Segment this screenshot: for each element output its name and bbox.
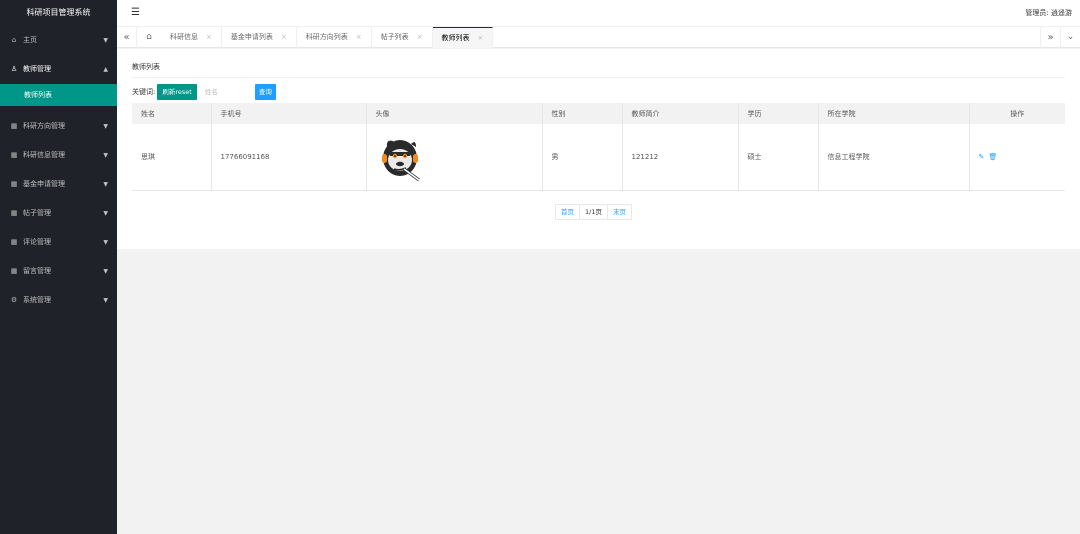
caret-down-icon: ▼: [103, 37, 108, 44]
cell-name: 思琪: [132, 124, 212, 191]
gear-icon: ⚙: [10, 296, 18, 304]
cell-intro: 121212: [622, 124, 739, 191]
column-header: 所在学院: [818, 103, 970, 124]
close-icon[interactable]: ×: [281, 33, 287, 41]
home-tab-icon[interactable]: ⌂: [139, 27, 159, 48]
delete-icon[interactable]: 🗑: [988, 153, 997, 161]
sidebar-item-label: 留言管理: [23, 267, 51, 275]
tabs-scroll-right-icon[interactable]: »: [1040, 27, 1060, 48]
tab-post-list[interactable]: 帖子列表 ×: [372, 27, 433, 48]
tab-label: 基金申请列表: [230, 33, 273, 41]
calendar-icon: ▦: [10, 151, 18, 159]
sidebar-item-fund[interactable]: ▦ 基金申请管理 ▼: [0, 170, 117, 199]
home-icon: ⌂: [11, 36, 17, 44]
user-icon: ♙: [10, 65, 18, 73]
column-header: 姓名: [132, 103, 212, 124]
search-input[interactable]: [197, 84, 253, 100]
search-row: 关键词: 刷新reset 查询: [132, 84, 276, 100]
cell-education: 硕士: [738, 124, 819, 191]
calendar-icon: ▦: [10, 267, 18, 275]
chevron-down-icon[interactable]: ⌄: [1060, 27, 1080, 48]
page-info: 1/1页: [580, 205, 608, 219]
close-icon[interactable]: ×: [417, 33, 423, 41]
caret-down-icon: ▼: [103, 210, 108, 217]
column-header: 头像: [366, 103, 543, 124]
tab-teacher-list[interactable]: 教师列表 ×: [432, 27, 494, 48]
sidebar-item-teacher[interactable]: ♙ 教师管理 ▲: [0, 55, 117, 84]
column-header: 操作: [969, 103, 1065, 124]
sidebar-item-label: 科研方向管理: [23, 122, 65, 130]
sidebar-item-research-info[interactable]: ▦ 科研信息管理 ▼: [0, 141, 117, 170]
close-icon[interactable]: ×: [206, 33, 212, 41]
pagination: 首页 1/1页 末页: [555, 204, 632, 220]
teacher-table: 姓名 手机号 头像 性别 教师简介 学历 所在学院 操作 思琪 17766091…: [132, 103, 1065, 191]
caret-down-icon: ▼: [103, 123, 108, 130]
main-content: 教师列表 关键词: 刷新reset 查询 姓名 手机号 头像 性别 教师简介 学…: [117, 49, 1080, 249]
tabs: 科研信息 × 基金申请列表 × 科研方向列表 × 帖子列表 × 教师列表 ×: [161, 27, 494, 48]
refresh-button[interactable]: 刷新reset: [157, 84, 197, 100]
sidebar-item-home[interactable]: ⌂ 主页 ▼: [0, 26, 117, 55]
column-header: 手机号: [211, 103, 367, 124]
close-icon[interactable]: ×: [356, 33, 362, 41]
tab-label: 科研方向列表: [305, 33, 348, 41]
column-header: 性别: [542, 103, 623, 124]
tab-fund-list[interactable]: 基金申请列表 ×: [222, 27, 297, 48]
close-icon[interactable]: ×: [478, 34, 484, 42]
tab-label: 科研信息: [170, 33, 198, 41]
cell-college: 信息工程学院: [818, 124, 970, 191]
sidebar-subitem-teacher-list[interactable]: 教师列表: [0, 84, 117, 106]
sidebar-item-label: 基金申请管理: [23, 180, 65, 188]
query-button[interactable]: 查询: [254, 84, 276, 100]
sidebar-item-system[interactable]: ⚙ 系统管理 ▼: [0, 286, 117, 315]
caret-down-icon: ▼: [103, 239, 108, 246]
last-page-button[interactable]: 末页: [607, 205, 631, 219]
edit-icon[interactable]: ✎: [979, 153, 985, 161]
caret-down-icon: ▼: [103, 152, 108, 159]
avatar: [381, 139, 420, 181]
sidebar-item-label: 帖子管理: [23, 209, 51, 217]
sidebar: 科研项目管理系统 ⌂ 主页 ▼ ♙ 教师管理 ▲ 教师列表 ▦ 科研方向管理 ▼ ▦ 科…: [0, 0, 117, 534]
tab-research-info[interactable]: 科研信息 ×: [161, 27, 222, 48]
cell-avatar: [366, 124, 543, 191]
cell-gender: 男: [542, 124, 623, 191]
calendar-icon: ▦: [10, 180, 18, 188]
sidebar-item-label: 评论管理: [23, 238, 51, 246]
first-page-button[interactable]: 首页: [556, 205, 580, 219]
sidebar-item-label: 系统管理: [23, 296, 51, 304]
sidebar-item-label: 主页: [23, 36, 37, 44]
app-title: 科研项目管理系统: [0, 0, 117, 26]
caret-down-icon: ▼: [103, 297, 108, 304]
sidebar-item-messages[interactable]: ▦ 留言管理 ▼: [0, 257, 117, 286]
column-header: 学历: [738, 103, 819, 124]
sidebar-item-label: 科研信息管理: [23, 151, 65, 159]
page-title: 教师列表: [132, 63, 160, 71]
tab-direction-list[interactable]: 科研方向列表 ×: [297, 27, 372, 48]
sidebar-item-label: 教师管理: [23, 65, 51, 73]
cell-phone: 17766091168: [211, 124, 367, 191]
caret-down-icon: ▼: [103, 268, 108, 275]
calendar-icon: ▦: [10, 238, 18, 246]
sidebar-item-research-direction[interactable]: ▦ 科研方向管理 ▼: [0, 112, 117, 141]
tab-label: 帖子列表: [380, 33, 409, 41]
admin-user[interactable]: 管理员: 逍遥游: [1025, 8, 1072, 18]
search-label: 关键词:: [132, 88, 156, 96]
cell-ops: ✎ 🗑: [969, 124, 1065, 191]
caret-up-icon: ▲: [103, 66, 108, 73]
column-header: 教师简介: [622, 103, 739, 124]
tabs-scroll-left-icon[interactable]: «: [117, 27, 137, 48]
tab-label: 教师列表: [441, 34, 470, 42]
calendar-icon: ▦: [10, 122, 18, 130]
sidebar-item-comments[interactable]: ▦ 评论管理 ▼: [0, 228, 117, 257]
table-header-row: 姓名 手机号 头像 性别 教师简介 学历 所在学院 操作: [132, 103, 1065, 124]
sidebar-item-posts[interactable]: ▦ 帖子管理 ▼: [0, 199, 117, 228]
menu-toggle-icon[interactable]: ☰: [131, 7, 140, 18]
calendar-icon: ▦: [10, 209, 18, 217]
caret-down-icon: ▼: [103, 181, 108, 188]
table-row: 思琪 17766091168 男 121212 硕士 信息工程学院 ✎ 🗑: [132, 124, 1065, 191]
tabs-bar: « ⌂ 科研信息 × 基金申请列表 × 科研方向列表 × 帖子列表 × 教师列表 × » …: [117, 26, 1080, 48]
top-header: ☰ 管理员: 逍遥游: [117, 0, 1080, 26]
